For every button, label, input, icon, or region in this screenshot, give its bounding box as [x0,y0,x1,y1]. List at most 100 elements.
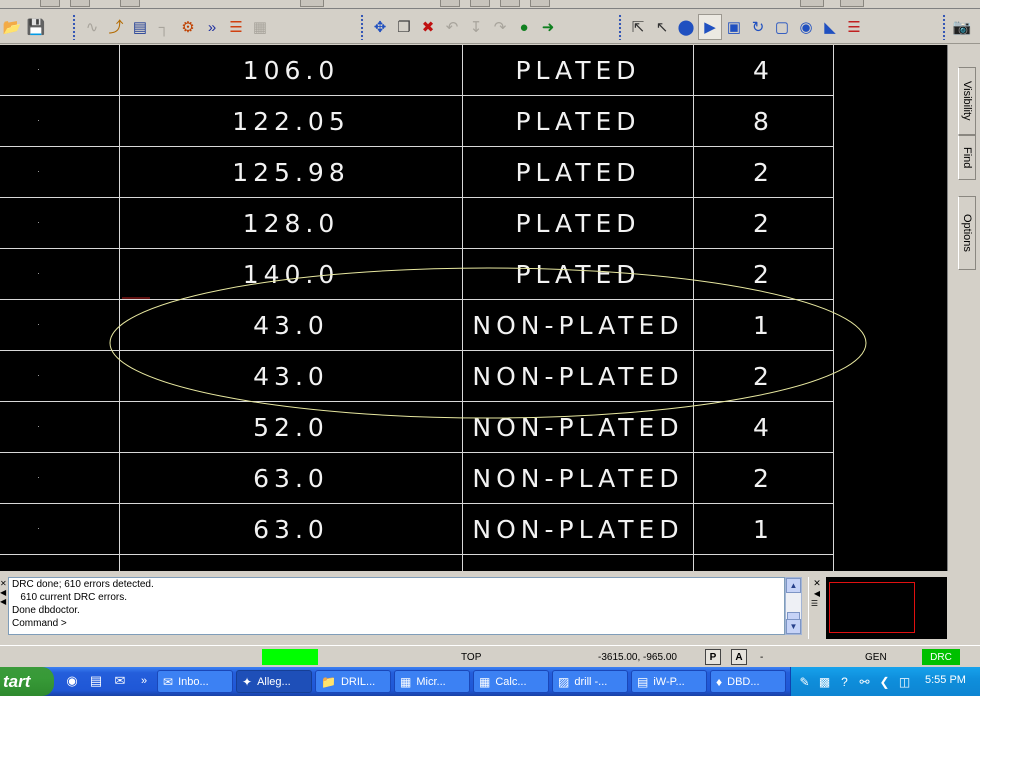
delete-icon[interactable]: ✖ [416,14,440,40]
status-dash: - [760,651,764,663]
side-tab-panel: Visibility Find Options [947,45,980,571]
command-pane-grip[interactable]: ✕ ◀ ◀ [0,579,7,631]
scroll-down-icon[interactable]: ▼ [786,619,801,634]
shape-icon[interactable]: ▣ [722,14,746,40]
collapse-icon[interactable]: ◀ [809,589,825,599]
worldview-viewport-box[interactable] [829,582,915,633]
help-icon[interactable]: ? [837,674,852,689]
close-icon[interactable]: ✕ [809,577,825,589]
console-scrollbar[interactable]: ▲ ▼ [785,577,802,635]
taskbar-button[interactable]: ✦ Alleg... [236,670,312,693]
file-toolbar: 📂 💾 [0,12,48,42]
save-icon[interactable]: 💾 [24,14,48,40]
taskbar-button[interactable]: ▤ iW-P... [631,670,707,693]
toolbar-button[interactable] [440,0,460,7]
allegro-icon: ✦ [242,674,253,689]
tab-visibility[interactable]: Visibility [958,67,976,135]
toolbar-button[interactable] [40,0,60,7]
media-icon[interactable]: ✉ [112,673,128,689]
bus-icon[interactable]: ☰ [224,14,248,40]
tab-label: Options [961,214,973,252]
edit-toolbar: ✥ ❐ ✖ ↶ ↧ ↷ ● ➜ [358,12,560,42]
window-icon[interactable]: ◣ [818,14,842,40]
command-console[interactable]: DRC done; 610 errors detected. 610 curre… [8,577,785,635]
taskbar-button-label: drill -... [574,675,608,688]
cursor-icon[interactable]: ↖ [650,14,674,40]
toolbar-button[interactable] [70,0,90,7]
camera-icon[interactable]: 📷 [950,14,974,40]
tab-find[interactable]: Find [958,135,976,180]
spread-icon[interactable]: ⚙ [176,14,200,40]
folder-icon: 📁 [321,674,336,689]
move-icon[interactable]: ✥ [368,14,392,40]
console-line: DRC done; 610 errors detected. [12,579,154,590]
active-layer: TOP [461,651,482,663]
toolbar-grip[interactable] [72,14,76,40]
console-line: 610 current DRC errors. [12,592,128,603]
slide-icon[interactable]: ⤴ [104,14,128,40]
drc-status[interactable]: DRC [922,649,960,665]
toolbar-grip[interactable] [942,14,946,40]
scroll-up-icon[interactable]: ▲ [786,578,801,593]
pen-icon[interactable]: ✎ [797,674,812,689]
toolbar-button[interactable] [470,0,490,7]
show-desktop-icon[interactable]: ▤ [88,673,104,689]
taskbar-button[interactable]: 📁 DRIL... [315,670,391,693]
highlight-ellipse [109,267,867,419]
capture-toolbar: 📷 [940,12,974,42]
clock: 5:55 PM [925,674,966,686]
toolbar-button[interactable] [500,0,520,7]
monitor-icon[interactable]: ◫ [897,674,912,689]
taskbar-button-label: Calc... [495,675,527,688]
toolbar-button[interactable] [840,0,864,7]
p-toggle-button[interactable]: P [705,649,721,665]
open-folder-icon[interactable]: 📂 [0,14,24,40]
design-canvas[interactable]: 106.0 PLATED 4 122.05 PLATED 8 125.98 PLATED 2 12… [0,45,947,571]
rectangle-icon[interactable]: ▢ [770,14,794,40]
target-icon[interactable]: ◉ [794,14,818,40]
add-connect-icon[interactable]: ∿ [80,14,104,40]
tray-expand-icon[interactable]: ❮ [877,674,892,689]
safely-remove-icon[interactable]: ⚯ [857,674,872,689]
pin-icon[interactable]: ➜ [536,14,560,40]
taskbar-button[interactable]: ▨ drill -... [552,670,628,693]
glossing-icon[interactable]: ▦ [248,14,272,40]
command-prompt[interactable]: Command > [9,617,784,630]
toolbar-button[interactable] [530,0,550,7]
stack-icon[interactable]: ☰ [842,14,866,40]
quicklaunch-overflow[interactable]: » [136,673,152,689]
toolbar-button[interactable] [120,0,140,7]
rotate-icon[interactable]: ↻ [746,14,770,40]
select-icon[interactable]: ⇱ [626,14,650,40]
start-button[interactable]: tart [0,667,54,696]
custom-smooth-icon[interactable]: ┐ [152,14,176,40]
console-line: Done dbdoctor. [12,605,80,616]
main-toolbar: 📂 💾 ∿ ⤴ ▤ ┐ ⚙ » ☰ ▦ ✥ ❐ ✖ ↶ ↧ ↷ ● ➜ ⇱ ↖ … [0,9,980,44]
circle-icon[interactable]: ⬤ [674,14,698,40]
copy-icon[interactable]: ❐ [392,14,416,40]
taskbar-button[interactable]: ▦ Calc... [473,670,549,693]
upper-toolbar-strip [0,0,980,9]
undo-icon[interactable]: ↶ [440,14,464,40]
a-toggle-button[interactable]: A [731,649,747,665]
redo-icon[interactable]: ↷ [488,14,512,40]
taskbar-button[interactable]: ♦ DBD... [710,670,786,693]
fanout-icon[interactable]: » [200,14,224,40]
delay-tune-icon[interactable]: ▤ [128,14,152,40]
ie-icon[interactable]: ◉ [64,673,80,689]
select-toolbar: ⇱ ↖ ⬤ ▶ ▣ ↻ ▢ ◉ ◣ ☰ [616,12,866,42]
tab-options[interactable]: Options [958,196,976,270]
worldview-window[interactable] [826,577,947,639]
toolbar-grip[interactable] [360,14,364,40]
notepad-icon: ▤ [637,674,649,689]
network-icon[interactable]: ▩ [817,674,832,689]
toolbar-button[interactable] [800,0,824,7]
pointer-icon[interactable]: ▶ [698,14,722,40]
mirror-icon[interactable]: ↧ [464,14,488,40]
taskbar-button[interactable]: ▦ Micr... [394,670,470,693]
highlight-icon[interactable]: ● [512,14,536,40]
taskbar-button[interactable]: ✉ Inbo... [157,670,233,693]
taskbar-button-label: Alleg... [257,675,291,688]
toolbar-grip[interactable] [618,14,622,40]
toolbar-button[interactable] [300,0,324,7]
